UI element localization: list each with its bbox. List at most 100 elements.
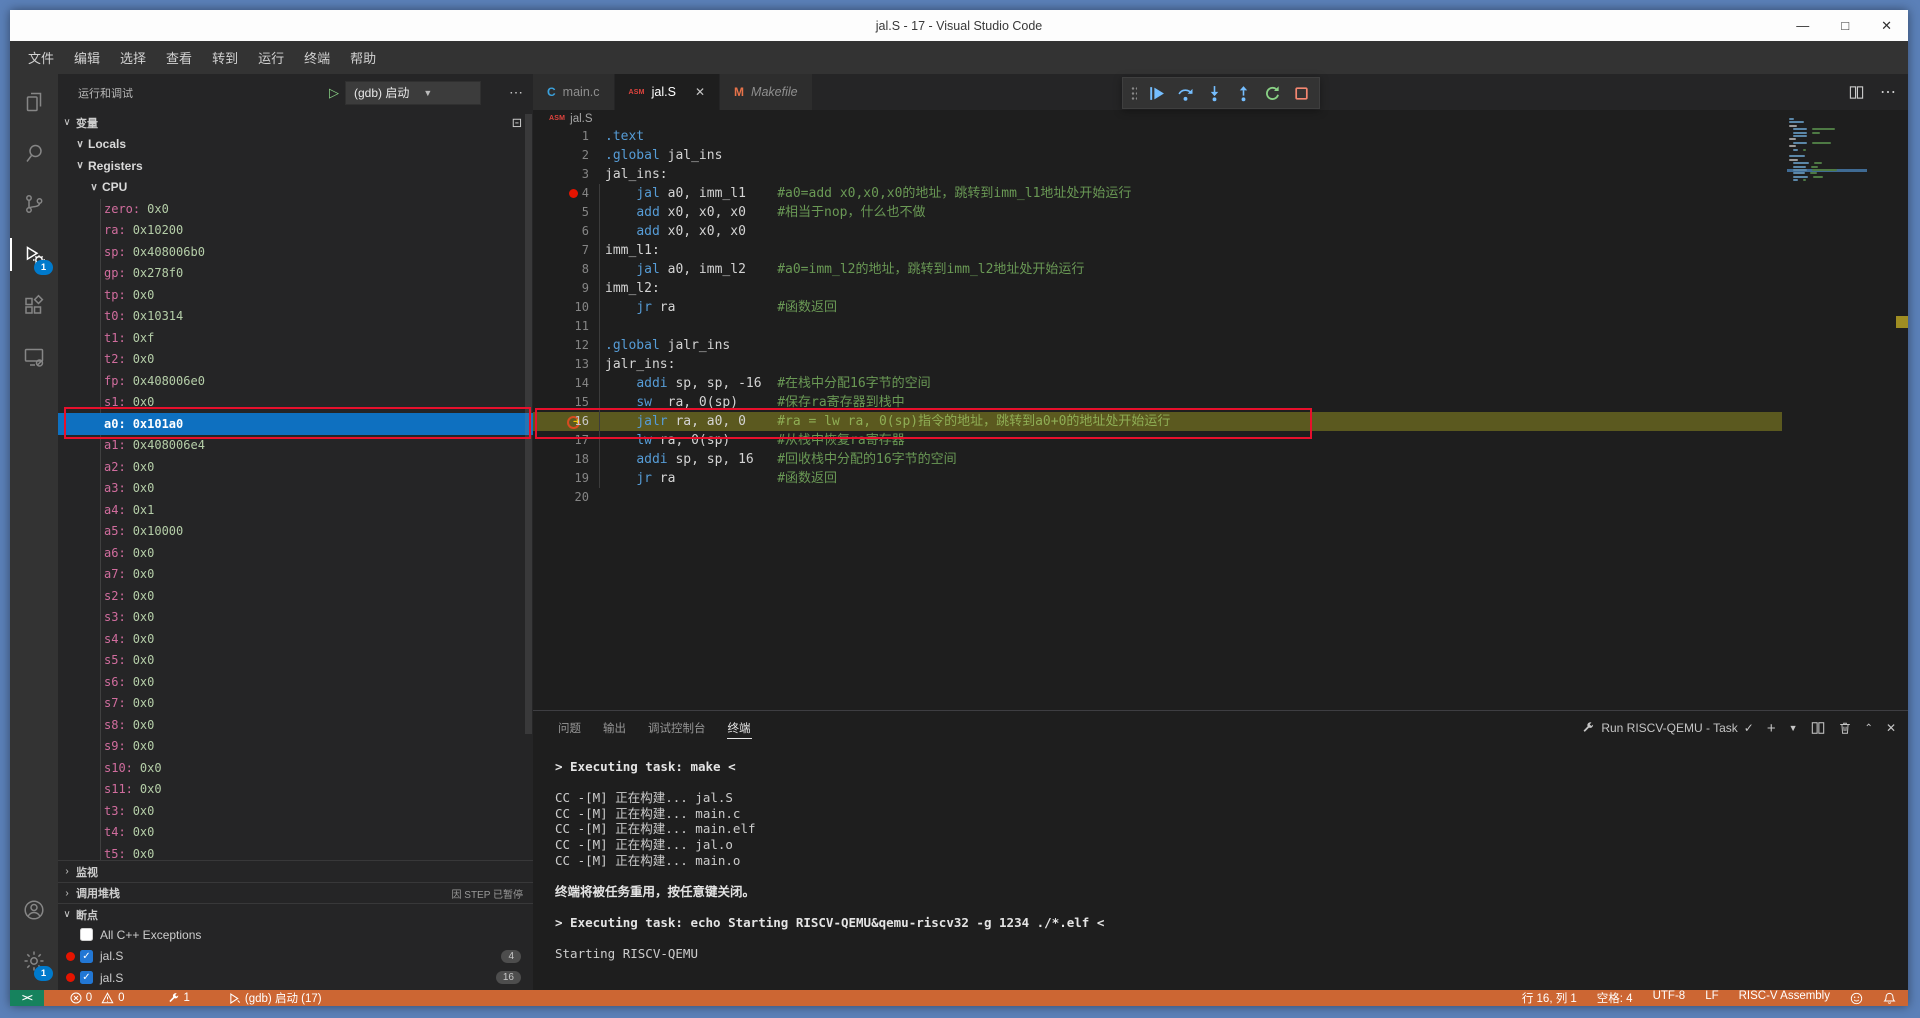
code-line-11[interactable]: 11 <box>533 317 1908 336</box>
register-row-t3[interactable]: t3:0x0 <box>58 800 533 822</box>
register-row-gp[interactable]: gp:0x278f0 <box>58 262 533 284</box>
menu-item-终端[interactable]: 终端 <box>294 45 340 70</box>
code-line-5[interactable]: 5 add x0, x0, x0 #相当于nop，什么也不做 <box>533 203 1908 222</box>
tree-group-cpu[interactable]: ∨CPU <box>58 176 533 198</box>
step-over-button[interactable] <box>1175 83 1195 103</box>
debug-session-status[interactable]: (gdb) 启动 (17) <box>224 990 326 1006</box>
code-line-13[interactable]: 13jalr_ins: <box>533 355 1908 374</box>
terminal-dropdown-chevron-icon[interactable]: ▼ <box>1789 723 1798 733</box>
code-line-9[interactable]: 9imm_l2: <box>533 279 1908 298</box>
register-row-s2[interactable]: s2:0x0 <box>58 585 533 607</box>
activity-bar-item-settings[interactable]: 1 <box>10 935 58 986</box>
register-row-a5[interactable]: a5:0x10000 <box>58 520 533 542</box>
close-panel-icon[interactable]: ✕ <box>1886 721 1896 735</box>
register-row-a2[interactable]: a2:0x0 <box>58 456 533 478</box>
menu-item-运行[interactable]: 运行 <box>248 45 294 70</box>
menu-item-文件[interactable]: 文件 <box>18 45 64 70</box>
stop-button[interactable] <box>1291 83 1311 103</box>
breakpoint-row-jal-s[interactable]: ✓jal.S16 <box>58 967 533 989</box>
register-row-ra[interactable]: ra:0x10200 <box>58 219 533 241</box>
minimap[interactable] <box>1787 118 1867 198</box>
menu-item-转到[interactable]: 转到 <box>202 45 248 70</box>
continue-button[interactable] <box>1146 83 1166 103</box>
register-row-s4[interactable]: s4:0x0 <box>58 628 533 650</box>
menu-item-编辑[interactable]: 编辑 <box>64 45 110 70</box>
maximize-button[interactable]: □ <box>1841 18 1849 33</box>
status-indentation[interactable]: 空格: 4 <box>1597 990 1633 1006</box>
kill-terminal-trash-icon[interactable] <box>1838 721 1852 735</box>
breakpoint-checkbox[interactable]: ✓ <box>80 971 93 984</box>
register-row-t1[interactable]: t1:0xf <box>58 327 533 349</box>
code-line-20[interactable]: 20 <box>533 488 1908 507</box>
register-row-s8[interactable]: s8:0x0 <box>58 714 533 736</box>
code-editor[interactable]: 1.text2.global jal_ins3jal_ins:4 jal a0,… <box>533 127 1908 710</box>
activity-bar-item-search[interactable] <box>10 127 58 178</box>
register-row-s5[interactable]: s5:0x0 <box>58 649 533 671</box>
code-line-15[interactable]: 15 sw ra, 0(sp) #保存ra寄存器到栈中 <box>533 393 1908 412</box>
status-cursor-position[interactable]: 行 16, 列 1 <box>1522 990 1577 1006</box>
breakpoint-row-all-c-exceptions[interactable]: All C++ Exceptions <box>58 924 533 946</box>
activity-bar-item-remote-explorer[interactable] <box>10 331 58 382</box>
register-row-a6[interactable]: a6:0x0 <box>58 542 533 564</box>
collapse-all-icon[interactable] <box>510 116 523 129</box>
variables-tree[interactable]: ∨Locals∨Registers∨CPUzero:0x0ra:0x10200s… <box>58 133 533 860</box>
panel-tab-调试控制台[interactable]: 调试控制台 <box>637 711 717 745</box>
register-row-a3[interactable]: a3:0x0 <box>58 477 533 499</box>
debug-start-icon[interactable]: ▷ <box>329 85 339 101</box>
activity-bar-item-extensions[interactable] <box>10 280 58 331</box>
register-row-sp[interactable]: sp:0x408006b0 <box>58 241 533 263</box>
panel-tab-问题[interactable]: 问题 <box>547 711 592 745</box>
register-row-s6[interactable]: s6:0x0 <box>58 671 533 693</box>
register-row-s7[interactable]: s7:0x0 <box>58 692 533 714</box>
code-line-14[interactable]: 14 addi sp, sp, -16 #在栈中分配16字节的空间 <box>533 374 1908 393</box>
panel-tab-输出[interactable]: 输出 <box>592 711 637 745</box>
code-line-18[interactable]: 18 addi sp, sp, 16 #回收栈中分配的16字节的空间 <box>533 450 1908 469</box>
activity-bar-item-accounts[interactable] <box>10 884 58 935</box>
maximize-panel-chevron-icon[interactable]: ⌃ <box>1865 723 1873 734</box>
register-row-s1[interactable]: s1:0x0 <box>58 391 533 413</box>
register-row-s9[interactable]: s9:0x0 <box>58 735 533 757</box>
register-row-fp[interactable]: fp:0x408006e0 <box>58 370 533 392</box>
register-row-t5[interactable]: t5:0x0 <box>58 843 533 861</box>
debug-config-select[interactable]: (gdb) 启动 ▼ <box>345 81 481 105</box>
terminal-output[interactable]: > Executing task: make < CC -[M] 正在构建...… <box>555 759 1888 987</box>
register-row-zero[interactable]: zero:0x0 <box>58 198 533 220</box>
menu-item-帮助[interactable]: 帮助 <box>340 45 386 70</box>
code-line-1[interactable]: 1.text <box>533 127 1908 146</box>
tab-main.c[interactable]: Cmain.c <box>533 74 615 110</box>
register-row-s3[interactable]: s3:0x0 <box>58 606 533 628</box>
breakpoint-checkbox[interactable] <box>80 928 93 941</box>
register-row-t4[interactable]: t4:0x0 <box>58 821 533 843</box>
activity-bar-item-run-and-debug[interactable]: 1 <box>10 229 58 280</box>
sidebar-scrollbar[interactable] <box>525 114 532 734</box>
register-row-t0[interactable]: t0:0x10314 <box>58 305 533 327</box>
register-row-tp[interactable]: tp:0x0 <box>58 284 533 306</box>
status-encoding[interactable]: UTF-8 <box>1653 990 1686 1006</box>
code-line-8[interactable]: 8 jal a0, imm_l2 #a0=imm_l2的地址，跳转到imm_l2… <box>533 260 1908 279</box>
notifications-bell-icon[interactable] <box>1883 992 1896 1005</box>
code-line-12[interactable]: 12.global jalr_ins <box>533 336 1908 355</box>
split-terminal-icon[interactable] <box>1811 721 1825 735</box>
register-row-s11[interactable]: s11:0x0 <box>58 778 533 800</box>
breakpoint-row-jal-s[interactable]: ✓jal.S4 <box>58 946 533 968</box>
remote-indicator[interactable]: >< <box>10 990 44 1006</box>
register-row-a0[interactable]: a0:0x101a0 <box>58 413 533 435</box>
watch-section-header[interactable]: › 监视 <box>58 860 533 882</box>
step-into-button[interactable] <box>1204 83 1224 103</box>
breakpoints-section-header[interactable]: ∨ 断点 <box>58 903 533 925</box>
code-line-3[interactable]: 3jal_ins: <box>533 165 1908 184</box>
code-line-6[interactable]: 6 add x0, x0, x0 <box>533 222 1908 241</box>
more-actions-icon[interactable]: ⋯ <box>1880 82 1896 102</box>
tab-jal.s[interactable]: ASMjal.S✕ <box>615 74 721 110</box>
code-line-4[interactable]: 4 jal a0, imm_l1 #a0=add x0,x0,x0的地址，跳转到… <box>533 184 1908 203</box>
tab-makefile[interactable]: MMakefile <box>720 74 813 110</box>
variables-section-header[interactable]: ∨ 变量 <box>58 112 533 133</box>
register-row-a1[interactable]: a1:0x408006e4 <box>58 434 533 456</box>
close-button[interactable]: ✕ <box>1881 18 1892 34</box>
debug-toolbar-drag-handle[interactable] <box>1131 86 1137 100</box>
activity-bar-item-explorer[interactable] <box>10 76 58 127</box>
problems-status[interactable]: 0 0 <box>66 992 129 1004</box>
register-row-a4[interactable]: a4:0x1 <box>58 499 533 521</box>
terminal-task-selector[interactable]: Run RISCV-QEMU - Task ✓ <box>1581 721 1754 735</box>
code-line-2[interactable]: 2.global jal_ins <box>533 146 1908 165</box>
